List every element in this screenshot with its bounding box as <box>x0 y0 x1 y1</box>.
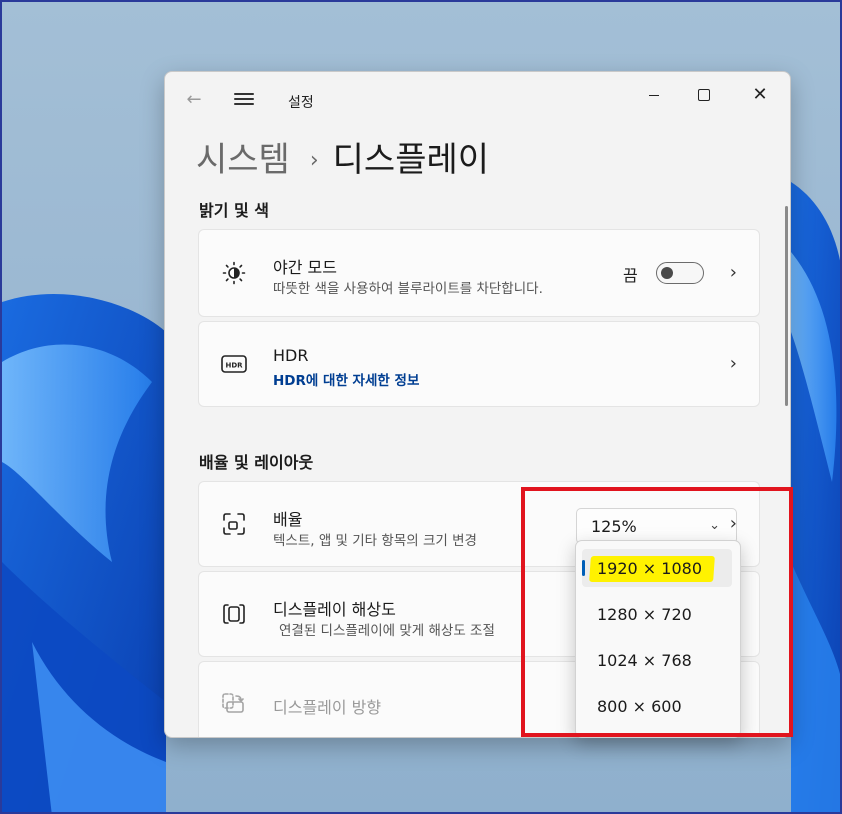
title-bar: ← 설정 ✕ <box>165 72 790 116</box>
chevron-right-icon[interactable]: › <box>730 262 737 283</box>
close-button[interactable]: ✕ <box>737 80 783 110</box>
section-heading-brightness: 밝기 및 색 <box>199 201 270 220</box>
page-title: 디스플레이 <box>332 140 490 180</box>
orientation-title: 디스플레이 방향 <box>273 698 382 717</box>
maximize-button[interactable] <box>681 80 727 110</box>
breadcrumb-root[interactable]: 시스템 <box>196 140 290 180</box>
hdr-card[interactable]: HDR HDR HDR에 대한 자세한 정보 › <box>198 321 760 407</box>
breadcrumb: 시스템 › 디스플레이 <box>196 132 489 181</box>
night-light-title: 야간 모드 <box>273 258 337 277</box>
close-icon: ✕ <box>752 84 768 105</box>
resolution-description: 연결된 디스플레이에 맞게 해상도 조절 <box>279 623 495 639</box>
resolution-icon <box>221 601 247 627</box>
chevron-right-icon[interactable]: › <box>730 353 737 374</box>
minimize-icon <box>649 94 659 96</box>
svg-text:HDR: HDR <box>225 362 243 370</box>
back-arrow-icon[interactable]: ← <box>183 90 205 110</box>
scrollbar[interactable] <box>785 206 788 406</box>
app-title: 설정 <box>288 95 314 111</box>
section-heading-scale-layout: 배율 및 레이아웃 <box>199 453 314 472</box>
annotation-red-box <box>521 487 793 737</box>
hamburger-menu-icon[interactable] <box>233 90 255 110</box>
breadcrumb-separator: › <box>309 148 319 173</box>
toggle-knob <box>661 267 673 279</box>
night-light-description: 따뜻한 색을 사용하여 블루라이트를 차단합니다. <box>273 281 543 297</box>
hdr-info-link[interactable]: HDR에 대한 자세한 정보 <box>273 369 419 389</box>
hdr-icon: HDR <box>221 351 247 377</box>
resolution-title: 디스플레이 해상도 <box>273 600 396 619</box>
night-light-toggle[interactable] <box>656 262 704 284</box>
brightness-icon <box>221 260 247 286</box>
night-light-card[interactable]: 야간 모드 따뜻한 색을 사용하여 블루라이트를 차단합니다. 끔 › <box>198 229 760 317</box>
hdr-title: HDR <box>273 346 309 365</box>
scale-title: 배율 <box>273 510 303 529</box>
scale-icon <box>221 511 247 537</box>
night-light-state-label: 끔 <box>623 266 638 285</box>
scale-description: 텍스트, 앱 및 기타 항목의 크기 변경 <box>273 533 477 549</box>
resolution-option-label: 1920 × 1080 <box>597 559 703 578</box>
minimize-button[interactable] <box>631 80 677 110</box>
orientation-icon <box>221 691 247 717</box>
maximize-icon <box>698 89 710 101</box>
